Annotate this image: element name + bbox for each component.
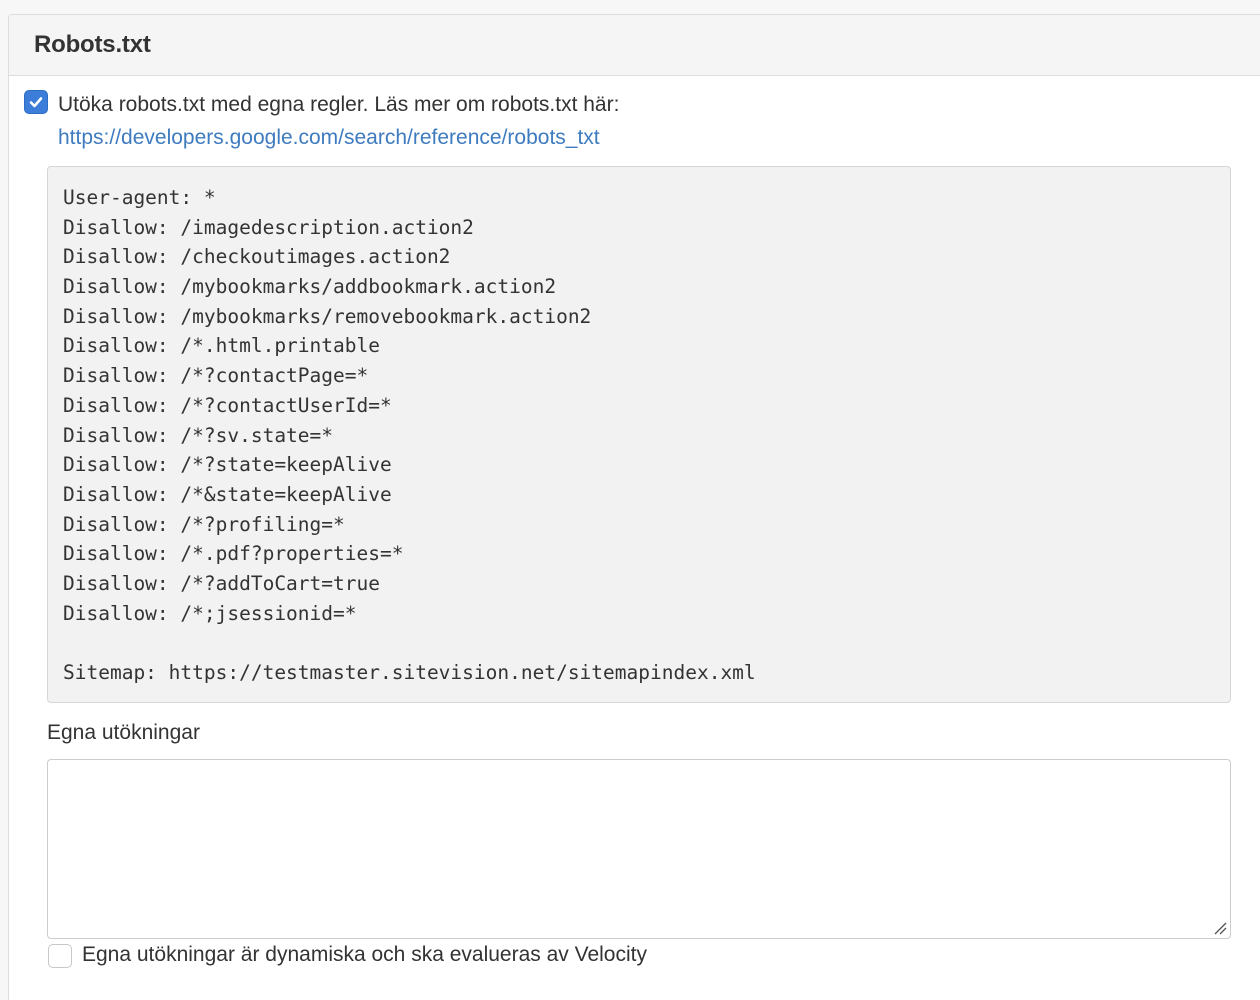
robots-line	[63, 628, 1215, 658]
robots-line: Disallow: /*.pdf?properties=*	[63, 542, 404, 566]
extend-robots-label: Utöka robots.txt med egna regler. Läs me…	[58, 88, 619, 154]
robots-line: User-agent: *	[63, 186, 216, 209]
velocity-label: Egna utökningar är dynamiska och ska eva…	[82, 943, 647, 966]
panel-heading: Robots.txt	[9, 15, 1260, 76]
robots-line: Disallow: /*?contactUserId=*	[63, 393, 392, 417]
robots-line: Disallow: /*?profiling=*	[63, 512, 345, 536]
velocity-checkbox[interactable]	[48, 944, 72, 968]
checkmark-icon	[29, 97, 43, 108]
extend-robots-label-text: Utöka robots.txt med egna regler. Läs me…	[58, 93, 620, 116]
robots-line: Disallow: /imagedescription.action2	[63, 215, 474, 239]
page: Robots.txt Utöka robots.txt med egna reg…	[0, 0, 1260, 1000]
robots-line: Disallow: /*&state=keepAlive	[63, 482, 392, 506]
resize-handle-icon[interactable]	[1213, 921, 1227, 935]
robots-line: Disallow: /mybookmarks/removebookmark.ac…	[63, 304, 592, 328]
robots-line: Disallow: /checkoutimages.action2	[63, 245, 451, 269]
robots-line: Disallow: /*?sv.state=*	[63, 423, 334, 447]
robots-line: Disallow: /*?contactPage=*	[63, 364, 369, 388]
custom-extensions-label: Egna utökningar	[47, 721, 200, 744]
extend-robots-checkbox[interactable]	[24, 90, 48, 114]
robots-line: Disallow: /*.html.printable	[63, 334, 380, 358]
robots-preview-box: User-agent: * Disallow: /imagedescription…	[47, 166, 1231, 703]
robots-line: Disallow: /*;jsessionid=*	[63, 601, 357, 625]
custom-extensions-textarea[interactable]	[47, 759, 1231, 939]
robots-line: Disallow: /mybookmarks/addbookmark.actio…	[63, 275, 557, 299]
robots-line: Disallow: /*?addToCart=true	[63, 571, 380, 595]
panel-title: Robots.txt	[34, 31, 151, 58]
extend-robots-option: Utöka robots.txt med egna regler. Läs me…	[24, 88, 619, 154]
velocity-option: Egna utökningar är dynamiska och ska eva…	[48, 941, 647, 969]
robots-reference-link[interactable]: https://developers.google.com/search/ref…	[58, 121, 619, 154]
robots-line: Disallow: /*?state=keepAlive	[63, 453, 392, 477]
robots-line: Sitemap: https://testmaster.sitevision.n…	[63, 661, 756, 684]
